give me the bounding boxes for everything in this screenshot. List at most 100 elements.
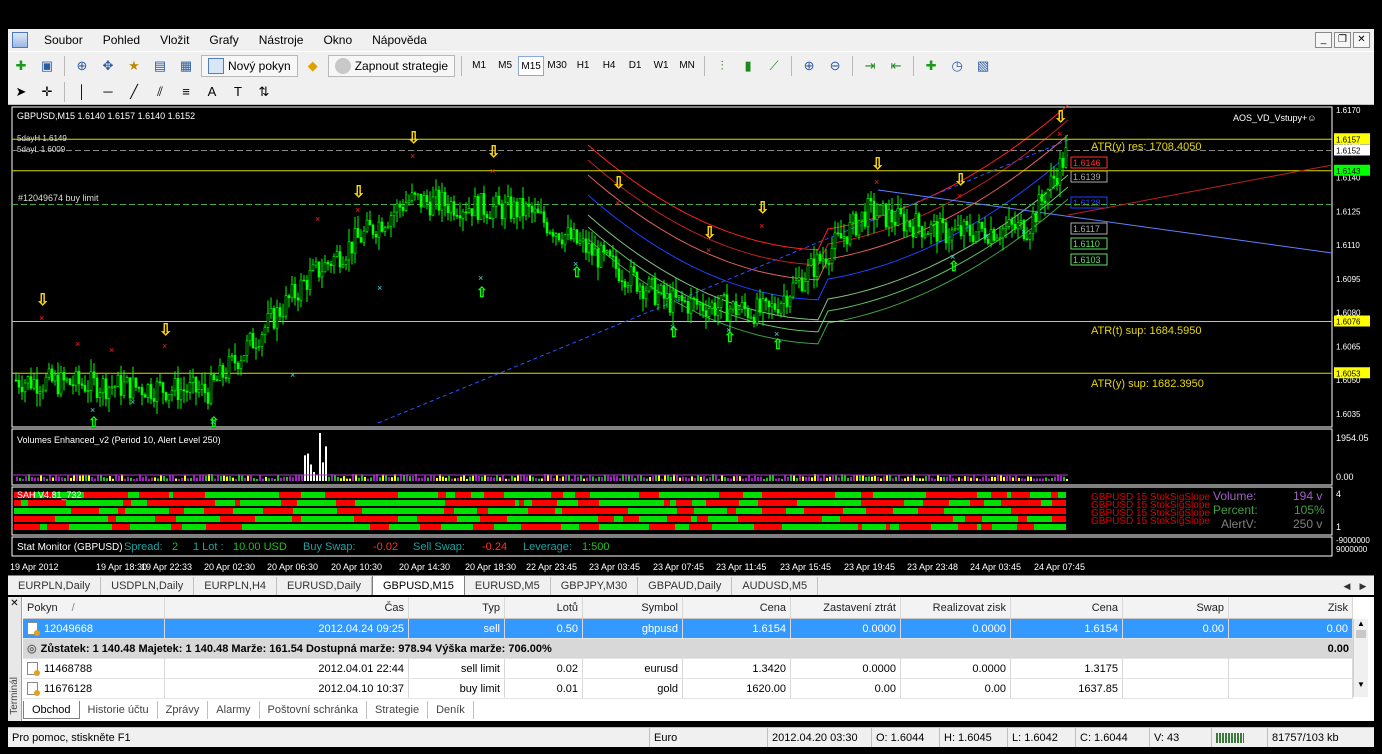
candle-body: [566, 227, 570, 236]
col-stoploss[interactable]: Zastavení ztrát: [791, 597, 901, 618]
arrows-icon[interactable]: ⇅: [253, 82, 275, 102]
autoscroll-icon[interactable]: ⇥: [859, 56, 881, 76]
sah-cell: [125, 508, 151, 514]
menu-vlozit[interactable]: Vložit: [150, 29, 199, 51]
col-cena-current[interactable]: Cena: [1011, 597, 1123, 618]
chart-tab-gbpusd-m15[interactable]: GBPUSD,M15: [372, 575, 465, 595]
col-typ[interactable]: Typ: [409, 597, 505, 618]
channel-icon[interactable]: ⫽: [149, 82, 171, 102]
horizontal-line-icon[interactable]: ─: [97, 82, 119, 102]
timeframe-m15[interactable]: M15: [518, 55, 545, 76]
tab-zpravy[interactable]: Zprávy: [158, 701, 209, 719]
cell-type: sell limit: [409, 659, 505, 678]
scroll-thumb[interactable]: [1356, 630, 1366, 638]
fibonacci-icon[interactable]: ≡: [175, 82, 197, 102]
metaeditor-icon[interactable]: ◆: [302, 56, 324, 76]
sah-cell: [829, 500, 833, 506]
menu-soubor[interactable]: Soubor: [34, 29, 93, 51]
timeframe-m5[interactable]: M5: [492, 56, 518, 76]
chart-tab-audusd-m5[interactable]: AUDUSD,M5: [732, 577, 819, 595]
col-swap[interactable]: Swap: [1123, 597, 1229, 618]
timeframe-m30[interactable]: M30: [544, 56, 570, 76]
templates-icon[interactable]: ▧: [972, 56, 994, 76]
scroll-up-icon[interactable]: ▲: [1354, 619, 1368, 628]
col-zisk[interactable]: Zisk: [1229, 597, 1353, 618]
cursor-icon[interactable]: ➤: [10, 82, 32, 102]
chart-shift-icon[interactable]: ⇤: [885, 56, 907, 76]
scroll-down-icon[interactable]: ▼: [1354, 680, 1368, 689]
menu-okno[interactable]: Okno: [313, 29, 362, 51]
timeframe-d1[interactable]: D1: [622, 56, 648, 76]
chart-tab-eurpln-daily[interactable]: EURPLN,Daily: [8, 577, 102, 595]
terminal-icon[interactable]: ▤: [149, 56, 171, 76]
crosshair-icon[interactable]: ✛: [36, 82, 58, 102]
data-window-icon[interactable]: ✥: [97, 56, 119, 76]
col-symbol[interactable]: Symbol: [583, 597, 683, 618]
chart-tab-eurpln-h4[interactable]: EURPLN,H4: [194, 577, 278, 595]
timeframe-w1[interactable]: W1: [648, 56, 674, 76]
col-cas[interactable]: Čas: [165, 597, 409, 618]
new-order-button[interactable]: Nový pokyn: [201, 54, 298, 77]
buy-cross-icon: ×: [774, 329, 779, 339]
navigator-icon[interactable]: ★: [123, 56, 145, 76]
volume-bar: [55, 474, 57, 481]
tester-icon[interactable]: ▦: [175, 56, 197, 76]
candlestick-icon[interactable]: ▮: [737, 56, 759, 76]
col-pokyn[interactable]: Pokyn /: [23, 597, 165, 618]
tab-historie[interactable]: Historie účtu: [80, 701, 158, 719]
timeframe-h4[interactable]: H4: [596, 56, 622, 76]
volume-bar: [964, 476, 966, 481]
chart-tab-gbpjpy-m30[interactable]: GBPJPY,M30: [551, 577, 639, 595]
timeframe-mn[interactable]: MN: [674, 56, 700, 76]
menu-pohled[interactable]: Pohled: [93, 29, 150, 51]
profiles-icon[interactable]: ▣: [36, 56, 58, 76]
vertical-line-icon[interactable]: │: [71, 82, 93, 102]
table-row[interactable]: 11676128 2012.04.10 10:37 buy limit 0.01…: [23, 679, 1353, 699]
minimize-icon[interactable]: _: [1315, 32, 1332, 48]
close-icon[interactable]: ✕: [1353, 32, 1370, 48]
tab-alarmy[interactable]: Alarmy: [208, 701, 260, 719]
col-takeprofit[interactable]: Realizovat zisk: [901, 597, 1011, 618]
tab-denik[interactable]: Deník: [428, 701, 474, 719]
chart-tab-usdpln-daily[interactable]: USDPLN,Daily: [101, 577, 195, 595]
text-label-icon[interactable]: T: [227, 82, 249, 102]
timeframe-h1[interactable]: H1: [570, 56, 596, 76]
table-row[interactable]: 11468788 2012.04.01 22:44 sell limit 0.0…: [23, 659, 1353, 679]
tab-postovni[interactable]: Poštovní schránka: [260, 701, 368, 719]
bar-chart-icon[interactable]: ⫶: [711, 56, 733, 76]
tab-strategie[interactable]: Strategie: [367, 701, 429, 719]
chart-tab-eurusd-daily[interactable]: EURUSD,Daily: [277, 577, 372, 595]
menu-napoveda[interactable]: Nápověda: [362, 29, 437, 51]
menu-grafy[interactable]: Grafy: [199, 29, 248, 51]
orders-scrollbar[interactable]: ▲ ▼: [1353, 619, 1368, 697]
text-icon[interactable]: A: [201, 82, 223, 102]
trendline-icon[interactable]: ╱: [123, 82, 145, 102]
tab-prev-icon[interactable]: ◀: [1340, 579, 1354, 593]
chart-canvas[interactable]: 1.6146 1.6139 1.6128 1.6117 1.6110 1.6103 ⇩ ⇩ ⇩…: [8, 105, 1374, 575]
volume-bar: [265, 476, 267, 481]
menu-nastroje[interactable]: Nástroje: [249, 29, 314, 51]
line-chart-icon[interactable]: ⟋: [763, 56, 785, 76]
zoom-out-icon[interactable]: ⊖: [824, 56, 846, 76]
table-row[interactable]: 12049668 2012.04.24 09:25 sell 0.50 gbpu…: [23, 619, 1353, 639]
close-icon[interactable]: ✕: [8, 597, 21, 611]
col-lotu[interactable]: Lotů: [505, 597, 583, 618]
sah-cell: [226, 508, 233, 514]
chart-tab-eurusd-m5[interactable]: EURUSD,M5: [465, 577, 551, 595]
strategy-button[interactable]: Zapnout strategie: [327, 54, 456, 77]
col-cena[interactable]: Cena: [683, 597, 791, 618]
restore-icon[interactable]: ❐: [1334, 32, 1351, 48]
indicators-icon[interactable]: ✚: [920, 56, 942, 76]
new-chart-icon[interactable]: ✚: [10, 56, 32, 76]
market-watch-icon[interactable]: ⊕: [71, 56, 93, 76]
timeframe-m1[interactable]: M1: [466, 56, 492, 76]
zoom-in-icon[interactable]: ⊕: [798, 56, 820, 76]
tab-next-icon[interactable]: ▶: [1356, 579, 1370, 593]
sell-signal-arrow-icon: ⇩: [352, 184, 365, 201]
chart-tab-gbpaud-daily[interactable]: GBPAUD,Daily: [638, 577, 733, 595]
tab-obchod[interactable]: Obchod: [23, 701, 80, 719]
periods-icon[interactable]: ◷: [946, 56, 968, 76]
chart-window[interactable]: 1.6146 1.6139 1.6128 1.6117 1.6110 1.6103 ⇩ ⇩ ⇩…: [8, 105, 1374, 575]
sah-cell: [1039, 508, 1062, 514]
candle-body: [674, 289, 678, 298]
